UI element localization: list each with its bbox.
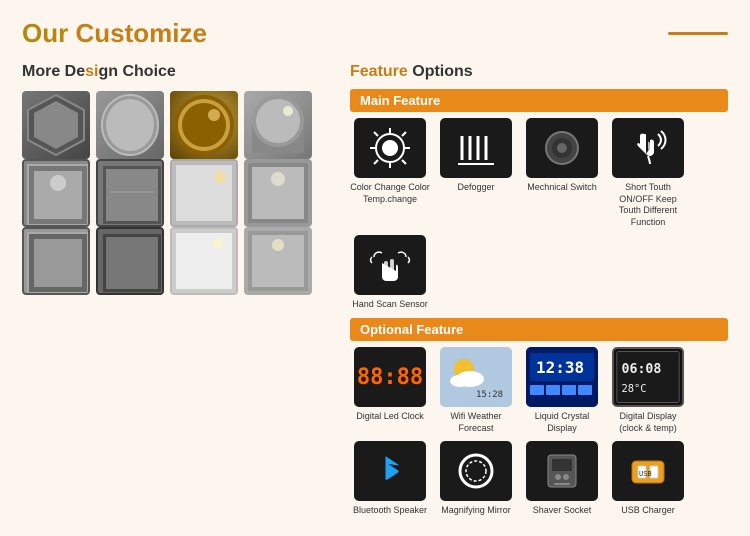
feature-item-color-change: Color Change Color Temp.change (350, 118, 430, 229)
design-thumb-rect1 (22, 159, 90, 227)
feature-item-lcd: 12:38 Liquid Crystal Display (522, 347, 602, 434)
feature-icon-color-change-box (354, 118, 426, 178)
optional-feature-block: Optional Feature 88:88 Digital Led Clock (350, 318, 728, 516)
design-row-1 (22, 91, 332, 159)
feature-item-usb: USB USB Charger (608, 441, 688, 517)
feature-label-magnify: Magnifying Mirror (441, 505, 511, 517)
right-section: Feature Options Main Feature (350, 63, 728, 525)
feature-item-digital-display: 06:08 28°C Digital Display (clock & temp… (608, 347, 688, 434)
header: Our Customize (22, 18, 728, 49)
feature-label-bluetooth: Bluetooth Speaker (353, 505, 427, 517)
design-thumb-arch (244, 91, 312, 159)
feature-label-defogger: Defogger (457, 182, 494, 194)
svg-text:USB: USB (639, 470, 652, 478)
feature-item-hand-scan: Hand Scan Sensor (350, 235, 430, 311)
design-thumb-rect3 (170, 159, 238, 227)
feature-icon-defogger-box (440, 118, 512, 178)
design-thumb-rect8 (244, 227, 312, 295)
main-content: More Design Choice (22, 63, 728, 525)
left-section: More Design Choice (22, 63, 332, 525)
right-section-title: Feature Options (350, 63, 728, 81)
left-section-title: More Design Choice (22, 63, 332, 81)
optional-feature-icons-row1: 88:88 Digital Led Clock 15:28 (350, 347, 728, 434)
optional-feature-header: Optional Feature (350, 318, 728, 341)
feature-label-usb: USB Charger (621, 505, 675, 517)
feature-label-lcd: Liquid Crystal Display (522, 411, 602, 434)
feature-label-color-change: Color Change Color Temp.change (350, 182, 430, 205)
feature-item-shaver: Shaver Socket (522, 441, 602, 517)
feature-label-touch: Short Touth ON/OFF Keep Touth Different … (608, 182, 688, 229)
feature-icon-touch-box (612, 118, 684, 178)
feature-item-led-clock: 88:88 Digital Led Clock (350, 347, 430, 434)
design-thumb-circle-glow (170, 91, 238, 159)
design-thumb-rect2 (96, 159, 164, 227)
design-row-2 (22, 159, 332, 227)
main-feature-header: Main Feature (350, 89, 728, 112)
feature-item-weather: 15:28 Wifi Weather Forecast (436, 347, 516, 434)
feature-icon-shaver-box (526, 441, 598, 501)
design-thumb-hex (22, 91, 90, 159)
design-thumb-rect4 (244, 159, 312, 227)
header-divider (668, 32, 728, 35)
main-feature-icons: Color Change Color Temp.change (350, 118, 728, 310)
feature-label-switch: Mechnical Switch (527, 182, 597, 194)
feature-icon-digital-display-box: 06:08 28°C (612, 347, 684, 407)
feature-item-switch: Mechnical Switch (522, 118, 602, 229)
feature-icon-led-clock-box: 88:88 (354, 347, 426, 407)
design-row-3 (22, 227, 332, 295)
feature-item-magnify: Magnifying Mirror (436, 441, 516, 517)
feature-label-shaver: Shaver Socket (533, 505, 592, 517)
feature-icon-hand-scan-box (354, 235, 426, 295)
led-clock-display: 88:88 (357, 365, 423, 390)
feature-label-led-clock: Digital Led Clock (356, 411, 424, 423)
page: Our Customize More Design Choice (0, 0, 750, 536)
feature-icon-lcd-box: 12:38 (526, 347, 598, 407)
svg-text:28°C: 28°C (622, 384, 647, 396)
svg-text:12:38: 12:38 (536, 358, 584, 377)
svg-text:06:08: 06:08 (622, 363, 662, 378)
feature-label-digital-display: Digital Display (clock & temp) (608, 411, 688, 434)
feature-label-hand-scan: Hand Scan Sensor (352, 299, 428, 311)
feature-icon-weather-box: 15:28 (440, 347, 512, 407)
feature-icon-usb-box: USB (612, 441, 684, 501)
design-thumb-rect6 (96, 227, 164, 295)
optional-feature-icons-row2: Bluetooth Speaker Magnifying Mirror (350, 441, 728, 517)
design-thumb-rect5 (22, 227, 90, 295)
feature-icon-magnify-box (440, 441, 512, 501)
feature-icon-bluetooth-box (354, 441, 426, 501)
main-feature-block: Main Feature (350, 89, 728, 310)
design-thumb-rect7 (170, 227, 238, 295)
feature-item-bluetooth: Bluetooth Speaker (350, 441, 430, 517)
svg-text:15:28: 15:28 (476, 390, 503, 400)
page-title: Our Customize (22, 18, 207, 49)
feature-item-defogger: Defogger (436, 118, 516, 229)
feature-icon-switch-box (526, 118, 598, 178)
feature-label-weather: Wifi Weather Forecast (436, 411, 516, 434)
design-thumb-oval (96, 91, 164, 159)
feature-item-touch: Short Touth ON/OFF Keep Touth Different … (608, 118, 688, 229)
